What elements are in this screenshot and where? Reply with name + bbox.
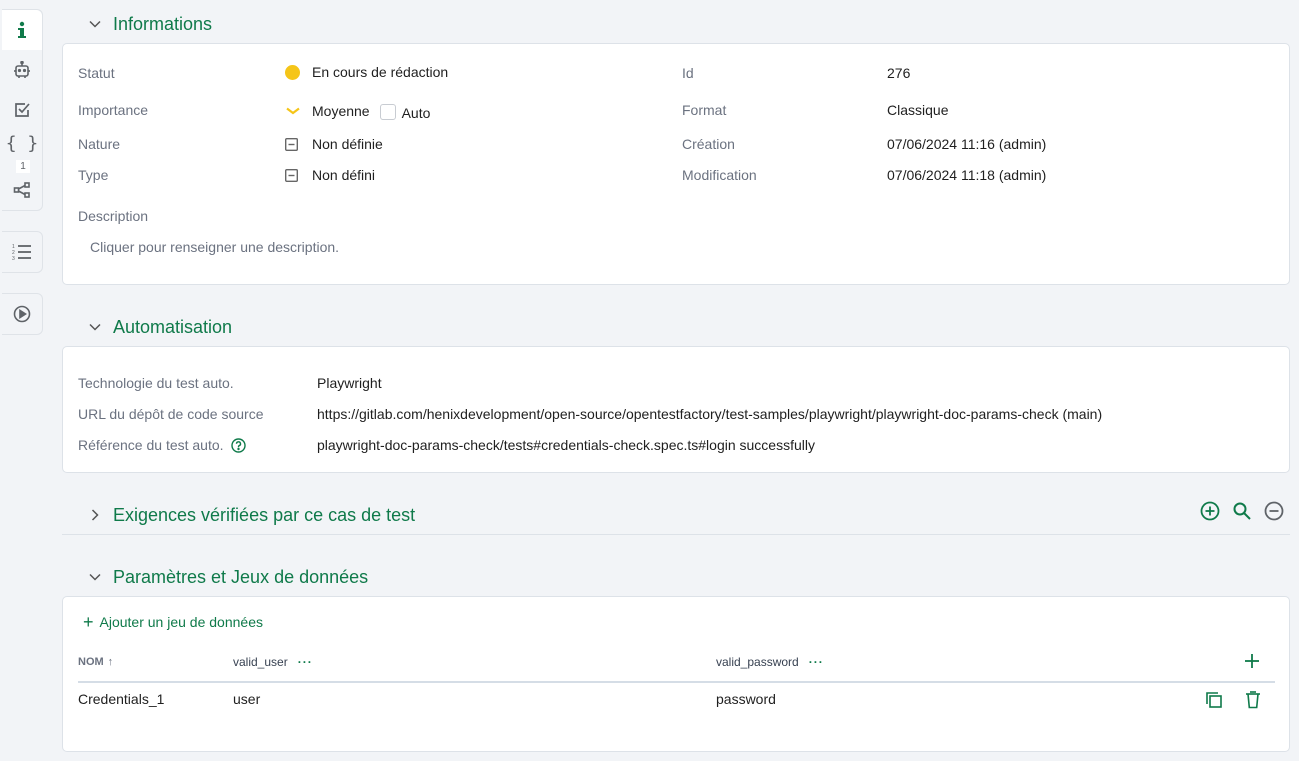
more-options-icon[interactable]: ··· (298, 655, 313, 669)
sidebar-item-executions[interactable] (2, 294, 42, 334)
sidebar-item-steps[interactable]: 123 (2, 232, 42, 272)
automatisation-card: Technologie du test auto. Playwright URL… (62, 346, 1290, 473)
chevron-down-icon (80, 20, 110, 28)
column-header-valid-user: valid_user ··· (233, 655, 313, 669)
importance-chevron-icon (285, 107, 300, 115)
sidebar-item-informations[interactable] (2, 10, 42, 50)
description-field[interactable]: Cliquer pour renseigner une description. (90, 239, 339, 255)
statut-value: En cours de rédaction (312, 64, 449, 80)
checkbox-icon (13, 101, 31, 119)
add-dataset-button[interactable]: + Ajouter un jeu de données (83, 612, 263, 632)
id-value: 276 (887, 65, 911, 81)
add-circle-icon[interactable] (1199, 500, 1221, 522)
play-circle-icon (13, 305, 31, 323)
nature-value: Non définie (312, 136, 383, 152)
section-title-automatisation: Automatisation (113, 316, 233, 337)
exigences-actions (1199, 500, 1285, 522)
plus-icon: + (83, 612, 94, 632)
importance-value[interactable]: Moyenne (312, 103, 370, 119)
numbered-list-icon: 123 (12, 243, 32, 261)
section-header-informations[interactable]: Informations (62, 9, 212, 39)
ref-value[interactable]: playwright-doc-params-check/tests#creden… (317, 437, 815, 453)
format-value: Classique (887, 102, 949, 118)
svg-text:3: 3 (12, 256, 15, 261)
id-label: Id (682, 65, 694, 81)
sidebar-item-automation[interactable] (2, 50, 42, 90)
exigences-divider (62, 534, 1290, 535)
description-label: Description (78, 208, 149, 224)
section-title-parametres: Paramètres et Jeux de données (113, 566, 369, 587)
nature-field[interactable]: Non définie (285, 136, 383, 152)
modification-value: 07/06/2024 11:18 (admin) (887, 167, 1047, 183)
chevron-down-icon (80, 573, 110, 581)
remove-circle-icon[interactable] (1263, 500, 1285, 522)
techno-value[interactable]: Playwright (317, 375, 382, 391)
help-icon[interactable] (230, 437, 246, 453)
column-header-nom[interactable]: NOM ↑ (78, 656, 113, 668)
info-icon (15, 21, 29, 39)
trash-icon[interactable] (1245, 691, 1261, 712)
type-label: Type (78, 167, 109, 183)
ref-label: Référence du test auto. (78, 437, 224, 453)
status-dot-icon (285, 64, 300, 80)
format-label: Format (682, 102, 727, 118)
importance-field: Moyenne Auto (285, 101, 430, 121)
sidebar-item-parameters[interactable]: { } (2, 123, 42, 163)
section-header-parametres[interactable]: Paramètres et Jeux de données (62, 562, 368, 592)
undefined-box-icon (285, 168, 298, 182)
column-nom-label: NOM (78, 656, 104, 668)
type-field[interactable]: Non défini (285, 167, 375, 183)
robot-icon (13, 61, 31, 79)
url-label: URL du dépôt de code source (78, 406, 264, 422)
type-value: Non défini (312, 167, 376, 183)
chevron-right-icon (80, 509, 110, 521)
url-value[interactable]: https://gitlab.com/henixdevelopment/open… (317, 406, 1102, 422)
section-header-exigences[interactable]: Exigences vérifiées par ce cas de test (62, 500, 415, 530)
side-group-steps: 123 (2, 231, 43, 273)
section-title-exigences: Exigences vérifiées par ce cas de test (113, 504, 416, 525)
undefined-box-icon (285, 137, 298, 151)
column-header-valid-password: valid_password ··· (716, 655, 824, 669)
chevron-down-icon (80, 323, 110, 331)
column-valid-password-label: valid_password (716, 655, 799, 669)
statut-field[interactable]: En cours de rédaction (285, 64, 448, 80)
share-icon (13, 181, 31, 199)
informations-card: Statut En cours de rédaction Importance … (62, 43, 1290, 285)
modification-label: Modification (682, 167, 757, 183)
ref-label-group: Référence du test auto. (78, 437, 246, 453)
creation-value: 07/06/2024 11:16 (admin) (887, 136, 1047, 152)
statut-label: Statut (78, 65, 115, 81)
nature-label: Nature (78, 136, 121, 152)
sidebar-item-share[interactable] (2, 170, 42, 210)
techno-label: Technologie du test auto. (78, 375, 234, 391)
section-header-automatisation[interactable]: Automatisation (62, 312, 232, 342)
sort-ascending-icon: ↑ (107, 656, 114, 668)
parametres-card: + Ajouter un jeu de données NOM ↑ valid_… (62, 596, 1290, 752)
add-dataset-label: Ajouter un jeu de données (99, 614, 263, 630)
section-title-informations: Informations (113, 13, 213, 34)
dataset-name-cell[interactable]: Credentials_1 (78, 691, 164, 707)
column-valid-user-label: valid_user (233, 655, 288, 669)
auto-checkbox[interactable] (379, 104, 396, 120)
side-group-execution (2, 293, 43, 335)
creation-label: Création (682, 136, 735, 152)
valid-password-cell[interactable]: password (716, 691, 776, 707)
search-icon[interactable] (1231, 500, 1253, 522)
side-group-main: { } 1 (2, 9, 43, 211)
valid-user-cell[interactable]: user (233, 691, 260, 707)
add-parameter-button[interactable] (1244, 653, 1260, 672)
table-header-divider (78, 681, 1275, 683)
braces-icon: { } (5, 132, 39, 154)
auto-label: Auto (401, 105, 431, 121)
importance-label: Importance (78, 102, 149, 118)
more-options-icon[interactable]: ··· (809, 655, 824, 669)
copy-icon[interactable] (1205, 691, 1223, 712)
